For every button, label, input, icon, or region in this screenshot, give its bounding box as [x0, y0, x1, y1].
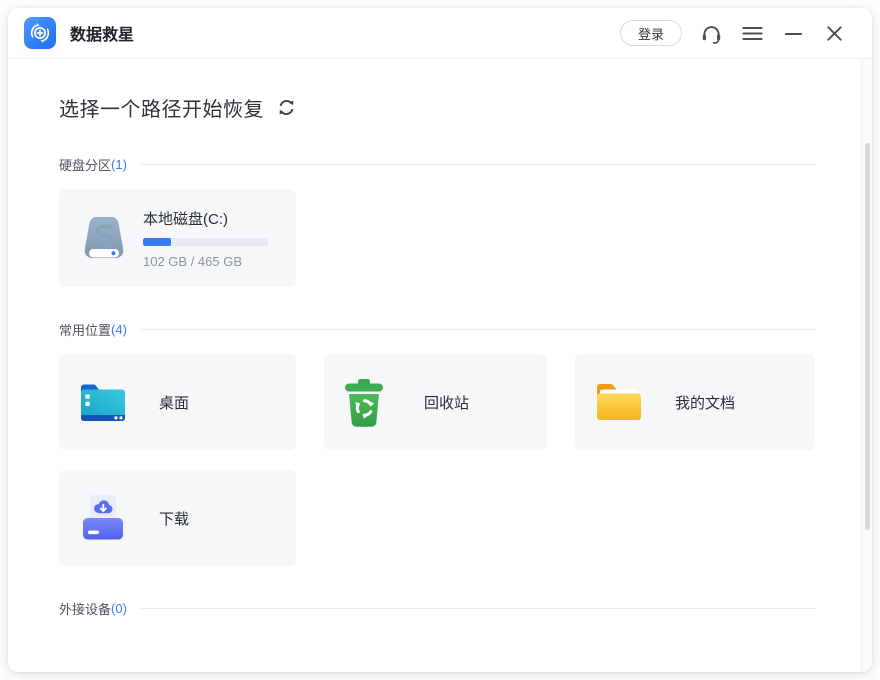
location-card-recycle-bin[interactable]: 回收站 — [324, 354, 547, 450]
location-card-documents[interactable]: 我的文档 — [575, 354, 815, 450]
minimize-icon — [784, 32, 802, 35]
page-title: 选择一个路径开始恢复 — [59, 99, 264, 121]
app-logo-icon — [24, 17, 56, 49]
disk-usage-bar — [143, 237, 268, 246]
location-card-desktop[interactable]: 桌面 — [59, 354, 296, 450]
main-content: 选择一个路径开始恢复 硬盘分区 (1) 本地磁盘(C:) 102 GB / 46… — [8, 93, 872, 618]
section-label: 常用位置 — [59, 323, 112, 338]
location-label: 回收站 — [424, 394, 470, 412]
section-header-external: 外接设备 (0) — [59, 599, 816, 618]
section-count: (0) — [111, 601, 127, 616]
page-title-row: 选择一个路径开始恢复 — [59, 93, 816, 122]
app-window: 数据救星 登录 选择一个路径开始恢复 硬盘分区 (1) 本地磁盘(C:) 102… — [8, 8, 872, 672]
recycle-bin-icon — [340, 376, 396, 428]
location-label: 下载 — [159, 510, 190, 528]
locations-grid: 桌面 回收站 我的文档 下载 — [59, 354, 816, 566]
section-header-locations: 常用位置 (4) — [59, 320, 816, 339]
section-count: (1) — [111, 157, 127, 172]
section-divider — [140, 164, 816, 165]
titlebar-controls: 登录 — [619, 20, 846, 46]
section-count: (4) — [111, 322, 127, 337]
documents-folder-icon — [591, 376, 647, 428]
scrollbar-thumb[interactable] — [865, 143, 870, 530]
refresh-icon — [279, 100, 293, 115]
minimize-button[interactable] — [781, 21, 805, 45]
app-title: 数据救星 — [70, 27, 135, 44]
section-label: 硬盘分区 — [59, 158, 112, 173]
location-label: 桌面 — [159, 394, 190, 412]
downloads-tray-icon — [75, 492, 131, 544]
close-icon — [826, 25, 842, 41]
desktop-folder-icon — [75, 376, 131, 428]
disk-usage-fill — [143, 237, 171, 246]
support-headset-icon[interactable] — [699, 21, 723, 45]
section-divider — [140, 608, 816, 609]
disk-card-c[interactable]: 本地磁盘(C:) 102 GB / 465 GB — [59, 189, 296, 287]
disk-size-text: 102 GB / 465 GB — [143, 253, 243, 269]
section-header-partitions: 硬盘分区 (1) — [59, 155, 816, 174]
menu-icon[interactable] — [740, 21, 764, 45]
disk-info: 本地磁盘(C:) 102 GB / 465 GB — [143, 208, 268, 269]
login-button[interactable]: 登录 — [619, 20, 682, 46]
titlebar: 数据救星 登录 — [8, 8, 872, 59]
section-label: 外接设备 — [59, 602, 112, 617]
location-card-downloads[interactable]: 下载 — [59, 470, 296, 566]
location-label: 我的文档 — [675, 394, 736, 412]
hard-drive-icon — [84, 217, 124, 258]
section-divider — [140, 329, 816, 330]
close-button[interactable] — [822, 21, 846, 45]
disk-name: 本地磁盘(C:) — [143, 210, 228, 228]
refresh-button[interactable] — [275, 97, 297, 119]
